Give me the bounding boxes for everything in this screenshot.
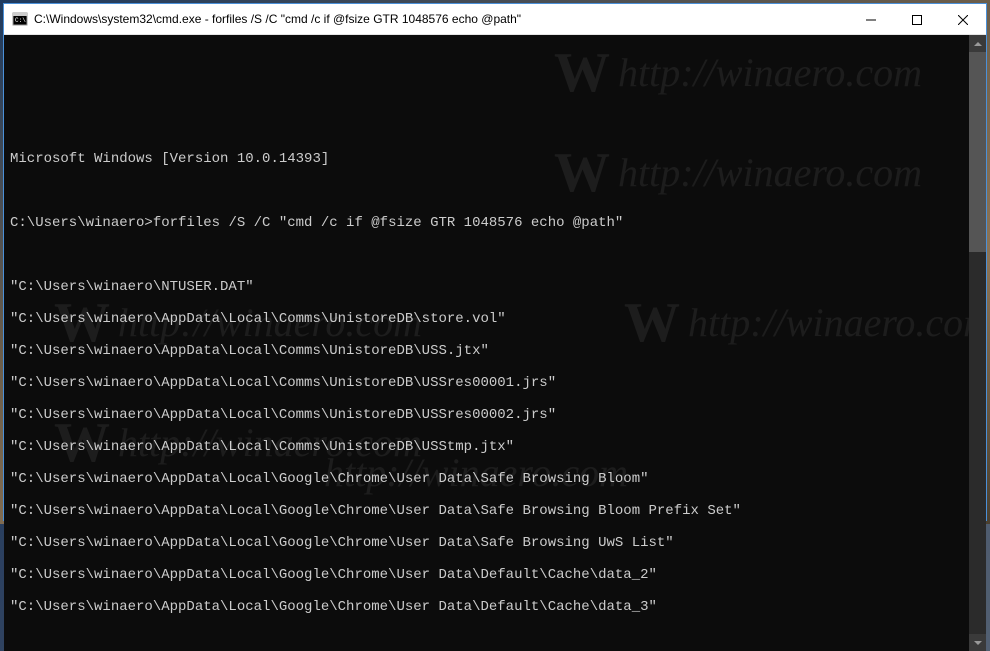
cmd-window: C:\ C:\Windows\system32\cmd.exe - forfil… <box>3 3 987 521</box>
output-line: "C:\Users\winaero\AppData\Local\Google\C… <box>10 503 963 519</box>
output-line: "C:\Users\winaero\AppData\Local\Comms\Un… <box>10 311 963 327</box>
command-text: forfiles /S /C "cmd /c if @fsize GTR 104… <box>153 215 623 231</box>
scroll-down-button[interactable] <box>969 634 986 651</box>
window-title: C:\Windows\system32\cmd.exe - forfiles /… <box>34 12 848 26</box>
scroll-up-button[interactable] <box>969 35 986 52</box>
command-line: C:\Users\winaero>forfiles /S /C "cmd /c … <box>10 215 963 231</box>
cmd-icon: C:\ <box>12 11 28 27</box>
window-controls <box>848 4 986 34</box>
output-line: "C:\Users\winaero\AppData\Local\Google\C… <box>10 599 963 615</box>
output-line: "C:\Users\winaero\AppData\Local\Comms\Un… <box>10 375 963 391</box>
version-line: Microsoft Windows [Version 10.0.14393] <box>10 151 963 167</box>
vertical-scrollbar[interactable] <box>969 35 986 651</box>
output-line: "C:\Users\winaero\AppData\Local\Comms\Un… <box>10 439 963 455</box>
output-line: "C:\Users\winaero\AppData\Local\Google\C… <box>10 535 963 551</box>
output-line: "C:\Users\winaero\AppData\Local\Comms\Un… <box>10 407 963 423</box>
close-button[interactable] <box>940 4 986 35</box>
watermark: Whttp://winaero.com <box>554 65 922 81</box>
output-line: "C:\Users\winaero\AppData\Local\Google\C… <box>10 567 963 583</box>
svg-text:C:\: C:\ <box>15 17 26 24</box>
console-area: Whttp://winaero.com Whttp://winaero.com … <box>4 35 986 651</box>
titlebar[interactable]: C:\ C:\Windows\system32\cmd.exe - forfil… <box>4 4 986 35</box>
prompt: C:\Users\winaero> <box>10 215 153 231</box>
scroll-thumb[interactable] <box>969 52 986 252</box>
watermark: Whttp://winaero.com <box>554 165 922 181</box>
output-line: "C:\Users\winaero\AppData\Local\Google\C… <box>10 471 963 487</box>
minimize-button[interactable] <box>848 4 894 35</box>
output-line: "C:\Users\winaero\NTUSER.DAT" <box>10 279 963 295</box>
console-output[interactable]: Whttp://winaero.com Whttp://winaero.com … <box>4 35 969 651</box>
output-line: "C:\Users\winaero\AppData\Local\Comms\Un… <box>10 343 963 359</box>
maximize-button[interactable] <box>894 4 940 35</box>
